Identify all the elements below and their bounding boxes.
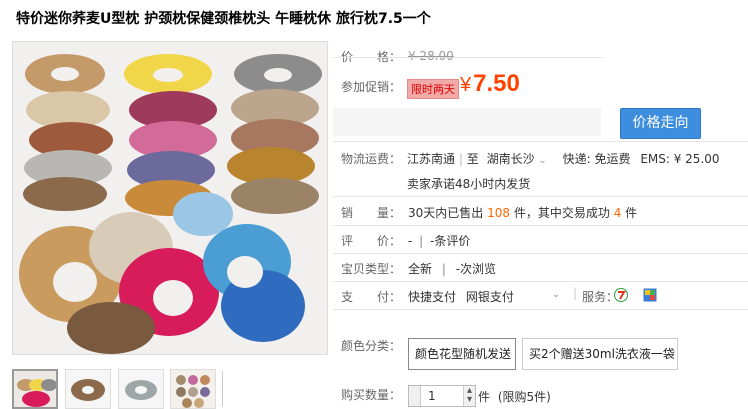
payment-label: 支 付： xyxy=(341,290,402,304)
divider xyxy=(333,141,748,142)
seven-day-return-icon[interactable] xyxy=(614,288,628,302)
review-score: - xyxy=(408,234,413,248)
purchase-limit: (限购5件) xyxy=(497,390,551,404)
shipping-promise: 卖家承诺48小时内发货 xyxy=(407,177,531,191)
item-condition: 全新 xyxy=(408,262,433,276)
shipping-label: 物流运费： xyxy=(341,152,402,166)
review-info: - | -条评价 xyxy=(408,234,471,248)
quantity-limit: 件 (限购5件) xyxy=(478,388,551,405)
payment-methods: 快捷支付 网银支付 xyxy=(408,288,514,305)
pillow-photo xyxy=(13,42,327,354)
chevron-down-icon[interactable]: ⌄ xyxy=(552,289,560,300)
express-fee: 快递: 免运费 xyxy=(562,152,631,166)
review-label: 评 价： xyxy=(341,234,402,248)
promo-tag: 限时两天 xyxy=(407,79,459,99)
service-label: 服务： xyxy=(582,290,619,304)
thumbnail-3[interactable] xyxy=(118,369,164,409)
promo-price: ¥7.50 xyxy=(460,70,520,98)
divider xyxy=(333,309,748,310)
shipping-route: 江苏南通 | 至 湖南长沙 ⌄ 快递: 免运费 EMS: ¥ 25.00 xyxy=(407,152,720,166)
quantity-unit: 件 xyxy=(478,390,491,404)
shipping-destination[interactable]: 湖南长沙 xyxy=(487,152,535,166)
bank-pay: 网银支付 xyxy=(465,290,514,304)
color-option-gift[interactable]: 买2个赠送30ml洗衣液一袋 xyxy=(522,338,678,370)
quantity-label: 购买数量： xyxy=(341,388,402,402)
shipping-from: 江苏南通 xyxy=(407,152,456,166)
price-trend-button[interactable]: 价格走向 xyxy=(620,108,701,139)
thumbnail-4[interactable] xyxy=(170,369,216,409)
quantity-input[interactable] xyxy=(422,388,462,404)
shipping-to-label: 至 xyxy=(466,152,479,166)
thumbnail-2[interactable] xyxy=(65,369,111,409)
sales-mid: 件，其中交易成功 xyxy=(513,206,610,220)
chevron-down-icon[interactable]: ⌄ xyxy=(538,155,546,166)
item-type-info: 全新 | -次浏览 xyxy=(408,262,497,276)
divider xyxy=(333,281,748,282)
price-band xyxy=(333,108,601,136)
main-product-image[interactable] xyxy=(12,41,328,355)
thumbnail-1[interactable] xyxy=(12,369,58,409)
promo-price-value: 7.50 xyxy=(473,70,520,97)
sales-prefix: 30天内已售出 xyxy=(408,206,484,220)
quantity-decrease-button[interactable] xyxy=(409,386,421,406)
item-type-label: 宝贝类型： xyxy=(341,262,402,276)
credit-card-icon[interactable] xyxy=(643,288,657,302)
quantity-stepper: ▴▾ xyxy=(408,385,476,407)
sales-count: 108 xyxy=(487,206,511,220)
quantity-increase-button[interactable]: ▴ ▾ xyxy=(463,386,475,406)
sales-label: 销 量： xyxy=(341,206,402,220)
promo-label: 参加促销： xyxy=(341,80,402,94)
review-count-link[interactable]: -条评价 xyxy=(430,234,470,248)
currency-symbol: ¥ xyxy=(460,74,472,96)
divider xyxy=(333,253,748,254)
ems-fee: EMS: ¥ 25.00 xyxy=(640,152,720,166)
original-price: ¥ 28.00 xyxy=(408,49,454,63)
divider xyxy=(333,57,603,58)
sales-info: 30天内已售出 108 件，其中交易成功 4 件 xyxy=(408,204,637,221)
quick-pay: 快捷支付 xyxy=(408,290,457,304)
sales-suffix: 件 xyxy=(625,206,638,220)
thumbnail-scroll-divider xyxy=(222,371,223,407)
divider xyxy=(333,225,748,226)
divider xyxy=(333,196,748,197)
color-label: 颜色分类： xyxy=(341,339,402,353)
color-option-random[interactable]: 颜色花型随机发送 xyxy=(408,338,516,370)
view-count: -次浏览 xyxy=(455,262,497,276)
product-title: 特价迷你荞麦U型枕 护颈枕保健颈椎枕头 午睡枕休 旅行枕7.5一个 xyxy=(16,11,431,27)
sales-success-count: 4 xyxy=(613,206,622,220)
